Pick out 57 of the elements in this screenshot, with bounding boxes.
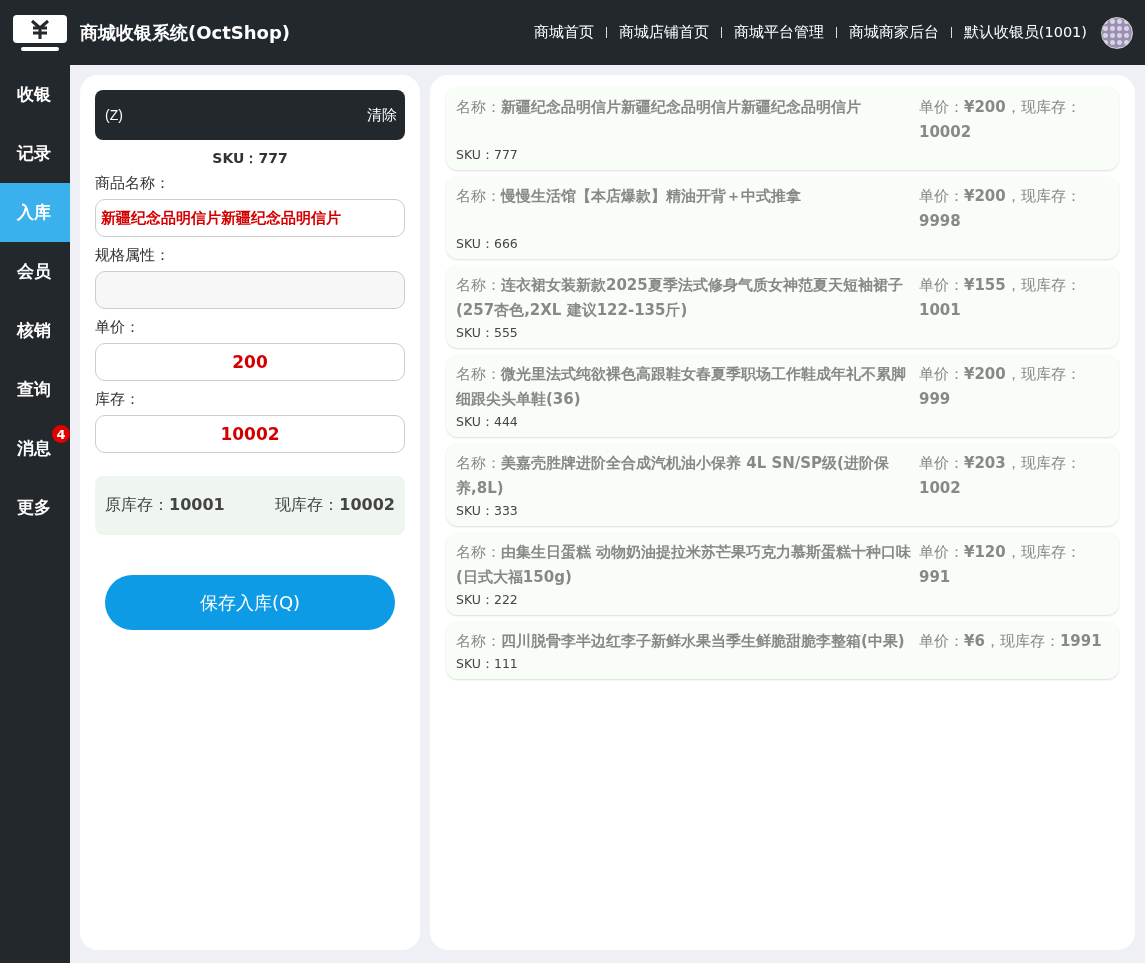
price-stock-text: 单价：¥200，现库存：10002 <box>919 97 1082 143</box>
input-field[interactable]: 10002 <box>95 415 405 453</box>
sku-text: SKU：222 <box>456 592 519 609</box>
sku-text: SKU：444 <box>456 414 519 431</box>
sidebar-item[interactable]: 核销 <box>0 301 70 360</box>
input-field[interactable]: 200 <box>95 343 405 381</box>
field-label: 单价： <box>95 318 141 337</box>
sidebar-item[interactable]: 消息 4 <box>0 419 70 478</box>
sku-label: SKU：777 <box>211 150 289 168</box>
price-stock-text: 单价：¥200，现库存：9998 <box>919 186 1082 232</box>
product-row[interactable]: 名称：四川脱骨李半边红李子新鲜水果当季生鲜脆甜脆李整箱(中果) 单价：¥6，现库存：1991 SKU：111 <box>446 621 1119 679</box>
product-name: 名称：新疆纪念品明信片新疆纪念品明信片新疆纪念品明信片 <box>456 97 862 118</box>
product-name: 名称：美嘉壳胜牌进阶全合成汽机油小保养 4L SN/SP级(进阶保养,8L) <box>456 453 890 499</box>
nav-link[interactable]: 商城店铺首页 <box>618 23 709 42</box>
sku-text: SKU：333 <box>456 503 519 520</box>
stock-text: 现库存：10002 <box>275 495 395 516</box>
sidebar-item[interactable]: 查询 <box>0 360 70 419</box>
product-row[interactable]: 名称：美嘉壳胜牌进阶全合成汽机油小保养 4L SN/SP级(进阶保养,8L) 单价：¥203，现库存：1002 SKU：333 <box>446 443 1119 526</box>
nav-link[interactable]: 默认收银员(1001) <box>963 23 1087 42</box>
price-stock-text: 单价：¥6，现库存：1991 <box>919 631 1103 652</box>
app-title: 商城收银系统(OctShop) <box>80 20 291 45</box>
sku-text: SKU：666 <box>456 236 519 253</box>
sidebar-item[interactable]: 收银 <box>0 65 70 124</box>
field-label: 规格属性： <box>95 246 171 265</box>
sidebar-item[interactable]: 会员 <box>0 242 70 301</box>
stock-text: 原库存：10001 <box>105 495 225 516</box>
price-stock-text: 单价：¥203，现库存：1002 <box>919 453 1082 499</box>
nav-link[interactable]: 商城首页 <box>533 23 594 42</box>
sku-text: SKU：777 <box>456 147 519 164</box>
product-name: 名称：四川脱骨李半边红李子新鲜水果当季生鲜脆甜脆李整箱(中果) <box>456 631 906 652</box>
product-name: 名称：由集生日蛋糕 动物奶油提拉米苏芒果巧克力慕斯蛋糕十种口味(日式大福150g) <box>456 542 913 588</box>
nav-link[interactable]: 商城商家后台 <box>848 23 939 42</box>
search-field[interactable]: (Z) 清除 <box>95 90 405 140</box>
price-stock-text: 单价：¥120，现库存：991 <box>919 542 1082 588</box>
input-field[interactable] <box>95 271 405 309</box>
sidebar-item[interactable]: 记录 <box>0 124 70 183</box>
field-label: 商品名称： <box>95 174 171 193</box>
field-label: 库存： <box>95 390 141 409</box>
sidebar-item[interactable]: 更多 <box>0 478 70 537</box>
product-row[interactable]: 名称：慢慢生活馆【本店爆款】精油开背＋中式推拿 单价：¥200，现库存：9998 SKU：666 <box>446 176 1119 259</box>
nav-link[interactable]: 商城平台管理 <box>733 23 824 42</box>
avatar-icon[interactable] <box>1101 16 1133 49</box>
clear-button[interactable]: 清除 <box>367 105 397 125</box>
monitor-with-yen-icon <box>12 13 68 52</box>
product-name: 名称：慢慢生活馆【本店爆款】精油开背＋中式推拿 <box>456 186 802 207</box>
input-field[interactable]: 新疆纪念品明信片新疆纪念品明信片 <box>95 199 405 237</box>
product-row[interactable]: 名称：连衣裙女装新款2025夏季法式修身气质女神范夏天短袖裙子(257杏色,2XL 建议122-135斤) 单价：¥155，现库存：1001 SKU：555 <box>446 265 1119 348</box>
product-name: 名称：连衣裙女装新款2025夏季法式修身气质女神范夏天短袖裙子(257杏色,2XL 建议122-135斤) <box>456 275 904 321</box>
product-row[interactable]: 名称：新疆纪念品明信片新疆纪念品明信片新疆纪念品明信片 单价：¥200，现库存：10002 SKU：777 <box>446 87 1119 170</box>
price-stock-text: 单价：¥155，现库存：1001 <box>919 275 1082 321</box>
product-row[interactable]: 名称：微光里法式纯欲裸色高跟鞋女春夏季职场工作鞋成年礼不累脚细跟尖头单鞋(36) 单价：¥200，现库存：999 SKU：444 <box>446 354 1119 437</box>
price-stock-text: 单价：¥200，现库存：999 <box>919 364 1082 410</box>
count-badge: 4 <box>52 425 70 443</box>
sku-text: SKU：111 <box>456 656 519 673</box>
product-name: 名称：微光里法式纯欲裸色高跟鞋女春夏季职场工作鞋成年礼不累脚细跟尖头单鞋(36) <box>456 364 907 410</box>
product-row[interactable]: 名称：由集生日蛋糕 动物奶油提拉米苏芒果巧克力慕斯蛋糕十种口味(日式大福150g) 单价：¥120，现库存：991 SKU：222 <box>446 532 1119 615</box>
sku-text: SKU：555 <box>456 325 519 342</box>
